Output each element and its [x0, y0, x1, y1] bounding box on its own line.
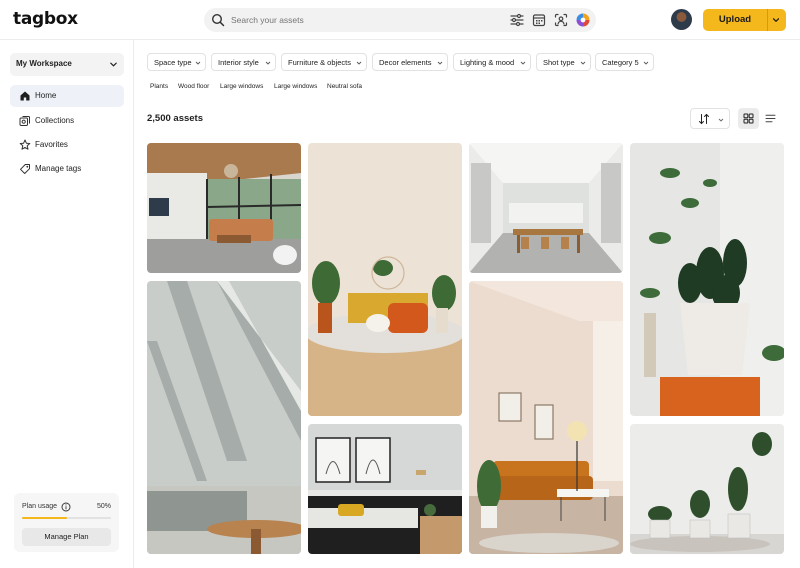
- filter-label: Category 5: [602, 58, 639, 67]
- window-shadow-photo: [147, 281, 301, 554]
- plan-usage-bar: [22, 517, 111, 519]
- filter-label: Shot type: [543, 58, 575, 67]
- info-icon[interactable]: [61, 502, 71, 512]
- asset-tile[interactable]: [630, 143, 784, 416]
- plan-usage-percent: 50%: [96, 503, 111, 510]
- sidebar-item-label: Collections: [35, 116, 75, 125]
- tag-chip[interactable]: Plants: [147, 79, 171, 95]
- sort-icon: [699, 113, 709, 125]
- filter-label: Interior style: [218, 58, 259, 67]
- plan-usage-card: Plan usage 50% Manage Plan: [14, 493, 119, 552]
- tag-chip[interactable]: Large windows: [217, 79, 266, 95]
- chevron-down-icon: [520, 61, 526, 65]
- asset-tile[interactable]: [630, 424, 784, 554]
- calendar-icon[interactable]: [531, 12, 547, 28]
- sidebar-item-manage-tags[interactable]: Manage tags: [10, 158, 124, 180]
- chevron-down-icon: [265, 61, 271, 65]
- filter-sliders-icon[interactable]: [509, 12, 525, 28]
- asset-tile[interactable]: [147, 281, 301, 554]
- filter-label: Space type: [154, 58, 192, 67]
- chevron-down-icon: [718, 118, 724, 122]
- user-avatar[interactable]: [671, 9, 692, 30]
- asset-tile[interactable]: [469, 143, 623, 273]
- sidebar-item-home[interactable]: Home: [10, 85, 124, 107]
- asset-tile[interactable]: [147, 143, 301, 273]
- filter-interior-style[interactable]: Interior style: [211, 53, 276, 71]
- asset-count: 2,500 assets: [147, 113, 203, 124]
- search-bar[interactable]: [204, 8, 596, 32]
- workspace-label: My Workspace: [16, 59, 72, 68]
- collections-icon: [19, 116, 30, 126]
- orange-sofa-photo: [469, 281, 623, 554]
- app-logo[interactable]: tagbox: [13, 9, 78, 29]
- sidebar-item-favorites[interactable]: Favorites: [10, 134, 124, 156]
- chevron-down-icon: [437, 61, 443, 65]
- asset-tile[interactable]: [308, 424, 462, 554]
- plan-usage-fill: [22, 517, 67, 519]
- plants-corner-photo: [630, 424, 784, 554]
- tag-chip[interactable]: Neutral sofa: [324, 79, 365, 95]
- filter-space-type[interactable]: Space type: [147, 53, 206, 71]
- filter-label: Lighting & mood: [460, 58, 515, 67]
- asset-tile[interactable]: [469, 281, 623, 554]
- grid-view-button[interactable]: [738, 108, 759, 129]
- filter-furniture-objects[interactable]: Furniture & objects: [281, 53, 367, 71]
- filter-label: Decor elements: [379, 58, 432, 67]
- sidebar-item-label: Favorites: [35, 140, 68, 149]
- star-icon: [19, 139, 31, 150]
- chevron-down-icon: [356, 61, 362, 65]
- tag-icon: [20, 164, 30, 174]
- workspace-selector[interactable]: My Workspace: [10, 53, 124, 76]
- sidebar-item-collections[interactable]: Collections: [10, 110, 124, 132]
- face-scan-icon[interactable]: [553, 12, 569, 28]
- tag-chip[interactable]: Wood floor: [175, 79, 212, 95]
- color-wheel-icon[interactable]: [575, 12, 591, 28]
- home-icon: [20, 91, 30, 101]
- grid-icon: [743, 113, 754, 124]
- living-room-photo: [147, 143, 301, 273]
- filter-label: Furniture & objects: [288, 58, 351, 67]
- sidebar: My Workspace Home Collections Favorites …: [0, 40, 134, 568]
- list-view-button[interactable]: [760, 108, 781, 129]
- filter-category-5[interactable]: Category 5: [595, 53, 654, 71]
- upload-button[interactable]: Upload: [703, 9, 786, 31]
- sideboard-plants-photo: [308, 143, 462, 416]
- chevron-down-icon: [580, 61, 586, 65]
- asset-tile[interactable]: [308, 143, 462, 416]
- filter-decor-elements[interactable]: Decor elements: [372, 53, 448, 71]
- upload-divider: [767, 9, 768, 31]
- plan-usage-label: Plan usage: [22, 503, 58, 510]
- list-icon: [765, 114, 776, 123]
- top-bar: tagbox Upload: [0, 0, 800, 40]
- chevron-down-icon: [643, 61, 649, 65]
- filter-lighting-mood[interactable]: Lighting & mood: [453, 53, 531, 71]
- bedroom-photo: [308, 424, 462, 554]
- dining-room-photo: [469, 143, 623, 273]
- sidebar-item-label: Manage tags: [35, 164, 82, 173]
- filter-shot-type[interactable]: Shot type: [536, 53, 591, 71]
- view-toggle: [738, 108, 782, 129]
- tag-chip[interactable]: Large windows: [271, 79, 320, 95]
- sort-button[interactable]: [690, 108, 730, 129]
- potted-plant-photo: [630, 143, 784, 416]
- chevron-down-icon: [195, 61, 201, 65]
- search-icon: [211, 13, 225, 27]
- sidebar-item-label: Home: [35, 91, 57, 100]
- chevron-down-icon[interactable]: [771, 15, 781, 25]
- chevron-down-icon: [110, 62, 117, 67]
- manage-plan-button[interactable]: Manage Plan: [22, 528, 111, 546]
- upload-label: Upload: [718, 14, 752, 25]
- search-input[interactable]: [231, 8, 501, 32]
